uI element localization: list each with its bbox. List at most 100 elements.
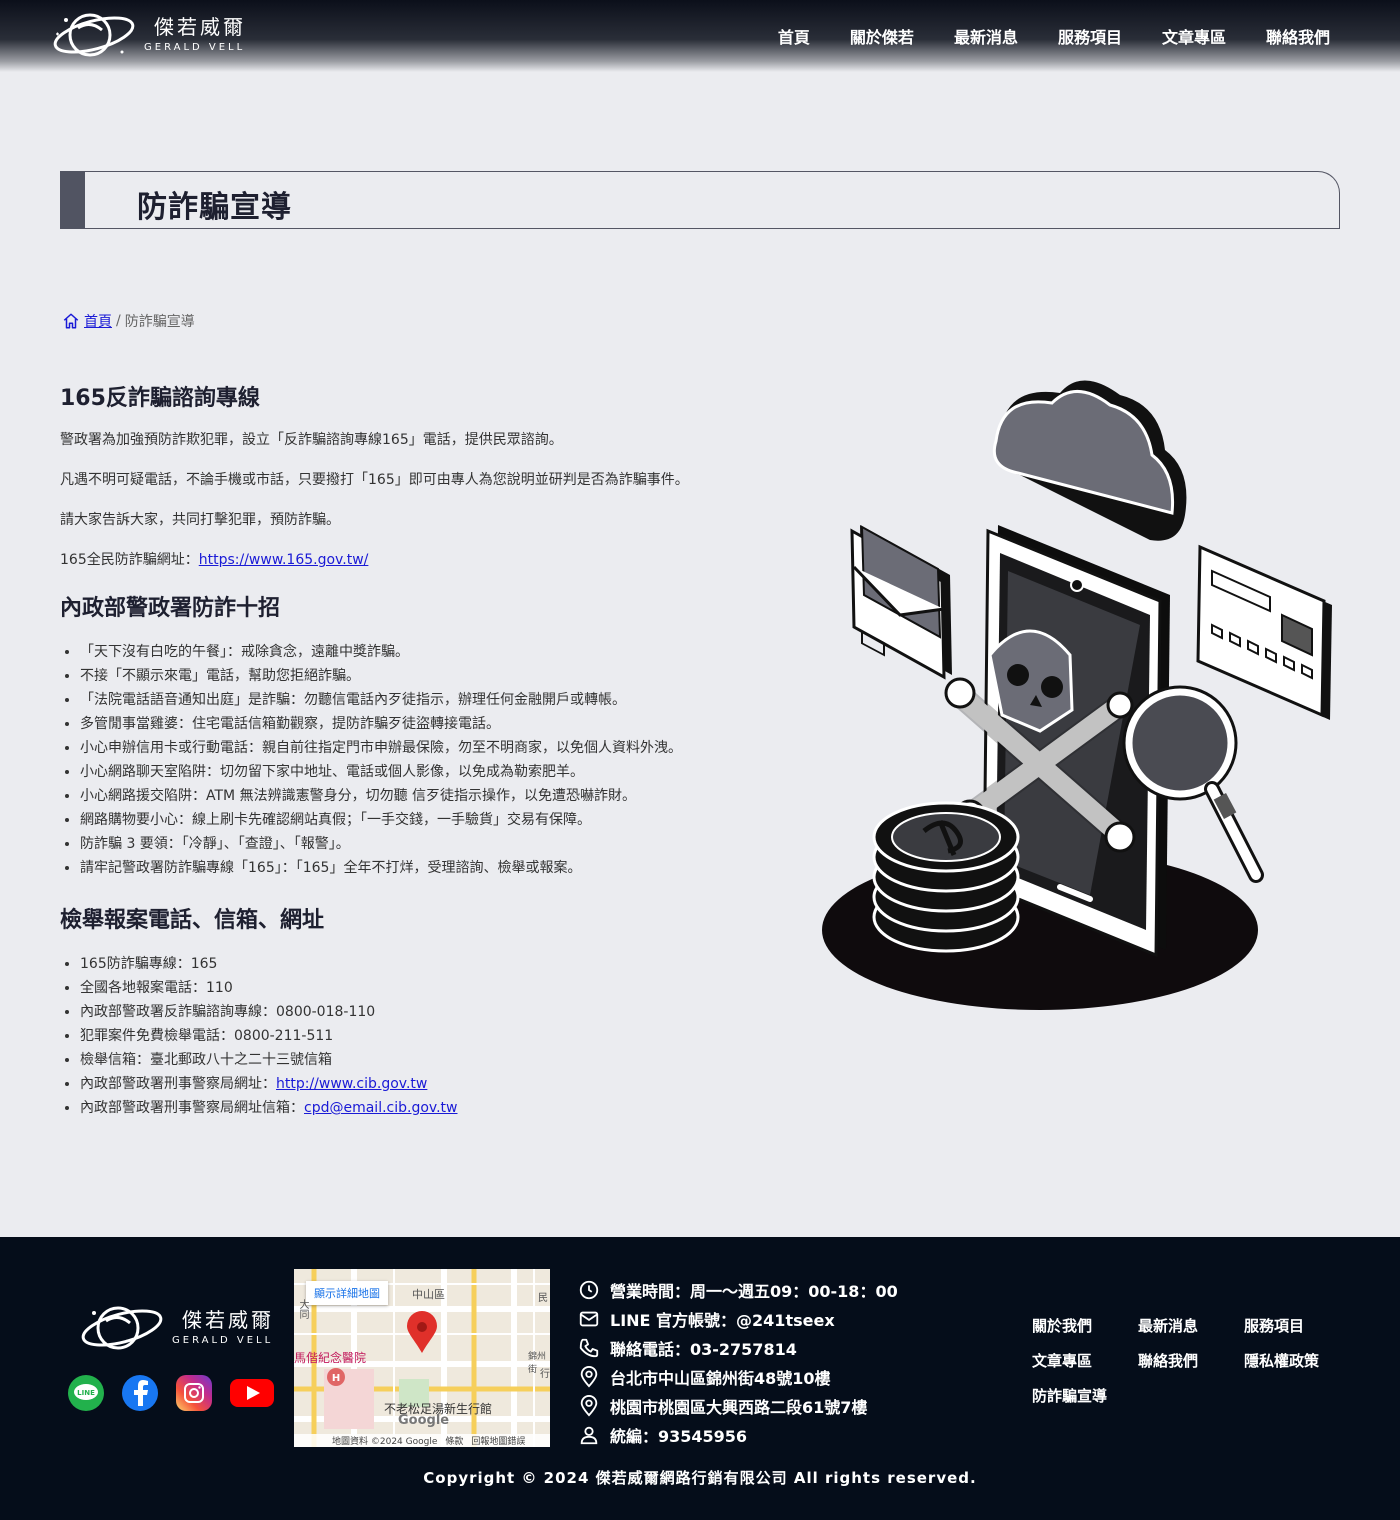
ten-tips-list: 「天下沒有白吃的午餐」：戒除貪念，遠離中獎詐騙。 不接「不顯示來電」電話，幫助您…	[80, 640, 800, 880]
website-label: 165全民防詐騙網址：	[60, 552, 199, 568]
cib-website-label: 內政部警政署刑事警察局網址：	[80, 1076, 276, 1092]
address-taipei: 台北市中山區錦州街48號10樓	[578, 1362, 898, 1391]
location-pin-icon	[580, 1365, 598, 1388]
address-taipei-text: 台北市中山區錦州街48號10樓	[610, 1368, 831, 1388]
location-pin-icon	[580, 1394, 598, 1417]
business-hours: 營業時間：周一～週五09：00-18：00	[578, 1275, 898, 1304]
map-report-link[interactable]: 回報地圖錯誤	[471, 1434, 525, 1447]
nav-articles[interactable]: 文章專區	[1162, 24, 1226, 48]
ten-tips-heading: 內政部警政署防詐十招	[60, 596, 281, 621]
report-contacts-list: 165防詐騙專線：165 全國各地報案電話：110 內政部警政署反詐騙諮詢專線：…	[80, 952, 800, 1120]
footer-link-privacy[interactable]: 隱私權政策	[1244, 1350, 1350, 1371]
list-item: 165防詐騙專線：165	[80, 952, 800, 976]
cib-website-link[interactable]: http://www.cib.gov.tw	[276, 1076, 427, 1092]
map-attribution: 地圖資料 ©2024 Google	[332, 1437, 438, 1447]
youtube-icon[interactable]	[230, 1375, 274, 1411]
site-logo[interactable]: 傑若威爾 GERALD VELL	[48, 6, 246, 64]
map-attribution-bar: 地圖資料 ©2024 Google 條款 回報地圖錯誤	[294, 1434, 550, 1447]
mail-icon	[579, 1311, 599, 1326]
list-item: 小心申辦信用卡或行動電話：親自前往指定門市申辦最保險，勿至不明商家，以免個人資料…	[80, 736, 800, 760]
breadcrumb-current: 防詐騙宣導	[124, 314, 195, 330]
home-icon	[63, 313, 79, 329]
view-larger-map-button[interactable]: 顯示詳細地圖	[306, 1281, 388, 1305]
breadcrumb-home-link[interactable]: 首頁	[84, 311, 112, 331]
copyright: Copyright © 2024 傑若威爾網路行銷有限公司 All rights…	[423, 1469, 977, 1487]
coin-stack-icon	[872, 801, 1020, 953]
nav-home[interactable]: 首頁	[778, 24, 810, 48]
list-item: 「法院電話語音通知出庭」是詐騙：勿聽信電話內歹徒指示，辦理任何金融開戶或轉帳。	[80, 688, 800, 712]
map-label-road-3: 大同	[297, 1299, 308, 1319]
contact-info: 營業時間：周一～週五09：00-18：00 LINE 官方帳號：@241tsee…	[578, 1275, 898, 1449]
cib-email-label: 內政部警政署刑事警察局網址信箱：	[80, 1100, 304, 1116]
breadcrumb: 首頁 / 防詐騙宣導	[62, 311, 195, 331]
list-item: 「天下沒有白吃的午餐」：戒除貪念，遠離中獎詐騙。	[80, 640, 800, 664]
planet-logo-icon	[53, 13, 135, 57]
list-item: 請牢記警政署防詐騙專線「165」：「165」全年不打烊，受理諮詢、檢舉或報案。	[80, 856, 800, 880]
main-nav: 首頁 關於傑若 最新消息 服務項目 文章專區 聯絡我們	[778, 24, 1330, 48]
instagram-icon[interactable]	[176, 1375, 212, 1411]
logo-english-name: GERALD VELL	[144, 42, 246, 53]
footer-logo-chinese: 傑若威爾	[182, 1308, 274, 1332]
map-terms-link[interactable]: 條款	[445, 1434, 463, 1447]
social-links: LINE	[68, 1375, 274, 1411]
list-item: 犯罪案件免費檢舉電話：0800-211-511	[80, 1024, 800, 1048]
section-165-paragraph-4: 165全民防詐騙網址：https://www.165.gov.tw/	[60, 550, 800, 570]
report-contacts-heading: 檢舉報案電話、信箱、網址	[60, 908, 325, 933]
list-item: 內政部警政署刑事警察局網址：http://www.cib.gov.tw	[80, 1072, 800, 1096]
list-item: 不接「不顯示來電」電話，幫助您拒絕詐騙。	[80, 664, 800, 688]
list-item: 多管閒事當雞婆：住宅電話信箱勤觀察，提防詐騙歹徒盜轉接電話。	[80, 712, 800, 736]
main-content: 165反詐騙諮詢專線 警政署為加強預防詐欺犯罪，設立「反詐騙諮詢專線165」電話…	[60, 380, 800, 1142]
facebook-icon[interactable]	[122, 1375, 158, 1411]
footer-link-about[interactable]: 關於我們	[1032, 1315, 1138, 1336]
nav-news[interactable]: 最新消息	[954, 24, 1018, 48]
breadcrumb-separator: /	[116, 313, 121, 329]
map-label-road: 民	[538, 1293, 548, 1304]
footer-links: 關於我們 最新消息 服務項目 文章專區 聯絡我們 隱私權政策 防詐騙宣導	[1032, 1315, 1350, 1406]
credit-card-icon	[1196, 544, 1332, 720]
site-header: 傑若威爾 GERALD VELL 首頁 關於傑若 最新消息 服務項目 文章專區 …	[0, 0, 1400, 72]
title-accent-bar	[60, 171, 85, 229]
phone-number-text: 聯絡電話：03-2757814	[610, 1339, 797, 1359]
map-label-district: 中山區	[412, 1288, 445, 1301]
footer-logo[interactable]: 傑若威爾 GERALD VELL	[76, 1299, 274, 1357]
footer-link-services[interactable]: 服務項目	[1244, 1315, 1350, 1336]
cloud-icon	[992, 380, 1187, 541]
address-taoyuan: 桃園市桃園區大興西路二段61號7樓	[578, 1391, 898, 1420]
address-taoyuan-text: 桃園市桃園區大興西路二段61號7樓	[610, 1397, 868, 1417]
section-165-paragraph-3: 請大家告訴大家，共同打擊犯罪，預防詐騙。	[60, 512, 340, 528]
google-brand: Google	[398, 1413, 450, 1428]
nav-services[interactable]: 服務項目	[1058, 24, 1122, 48]
list-item: 全國各地報案電話：110	[80, 976, 800, 1000]
business-hours-text: 營業時間：周一～週五09：00-18：00	[610, 1281, 898, 1301]
map-label-hospital: 馬偕紀念醫院	[294, 1351, 367, 1365]
list-item: 網路購物要小心：線上刷卡先確認網站真假；「一手交錢，一手驗貨」交易有保障。	[80, 808, 800, 832]
google-map-embed[interactable]: H 顯示詳細地圖 中山區 馬偕紀念醫院 不老松足湯新生行館 錦州街 民 行 大同…	[294, 1269, 550, 1447]
clock-icon	[579, 1280, 599, 1299]
page-title: 防詐騙宣導	[137, 190, 292, 225]
page-title-bar: 防詐騙宣導	[60, 171, 1340, 229]
nav-about[interactable]: 關於傑若	[850, 24, 914, 48]
phone-icon	[579, 1338, 599, 1357]
list-item: 小心網路聊天室陷阱：切勿留下家中地址、電話或個人影像，以免成為勒索肥羊。	[80, 760, 800, 784]
planet-logo-icon	[81, 1306, 163, 1350]
svg-text:H: H	[332, 1373, 340, 1384]
nav-contact[interactable]: 聯絡我們	[1266, 24, 1330, 48]
phone-number: 聯絡電話：03-2757814	[578, 1333, 898, 1362]
list-item: 檢舉信箱：臺北郵政八十之二十三號信箱	[80, 1048, 800, 1072]
envelope-icon	[850, 525, 952, 680]
user-icon	[580, 1426, 598, 1444]
165-website-link[interactable]: https://www.165.gov.tw/	[199, 552, 369, 568]
section-165-heading: 165反詐騙諮詢專線	[60, 386, 260, 411]
footer-link-news[interactable]: 最新消息	[1138, 1315, 1244, 1336]
cib-email-link[interactable]: cpd@email.cib.gov.tw	[304, 1100, 458, 1116]
footer-link-contact[interactable]: 聯絡我們	[1138, 1350, 1244, 1371]
footer-link-articles[interactable]: 文章專區	[1032, 1350, 1138, 1371]
logo-chinese-name: 傑若威爾	[154, 15, 246, 39]
footer-link-anti-fraud[interactable]: 防詐騙宣導	[1032, 1385, 1138, 1406]
list-item: 內政部警政署刑事警察局網址信箱：cpd@email.cib.gov.tw	[80, 1096, 800, 1120]
footer-logo-english: GERALD VELL	[172, 1335, 274, 1346]
list-item: 小心網路援交陷阱：ATM 無法辨識憲警身分，切勿聽 信歹徒指示操作，以免遭恐嚇詐…	[80, 784, 800, 808]
svg-text:LINE: LINE	[77, 1389, 95, 1397]
line-icon[interactable]: LINE	[68, 1375, 104, 1411]
tax-id-text: 統編：93545956	[610, 1426, 748, 1446]
